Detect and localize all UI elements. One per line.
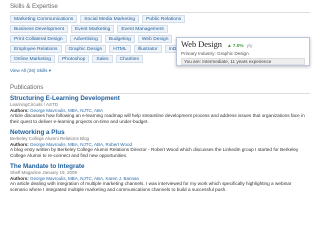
skill-pill[interactable]: Employee Relations xyxy=(10,45,62,53)
authors-label: Authors: xyxy=(10,141,29,147)
skill-pill[interactable]: Web Design xyxy=(137,35,173,43)
skill-pill[interactable]: Online Marketing xyxy=(10,55,55,63)
skill-pill[interactable]: Marketing Communications xyxy=(10,15,78,23)
tooltip-trend-period: y/y xyxy=(246,43,253,48)
skill-pill[interactable]: Budgeting xyxy=(104,35,135,43)
publication-title-link[interactable]: Structuring E-Learning Development xyxy=(10,95,310,102)
publications-list: Structuring E-Learning Development Learni… xyxy=(10,95,310,198)
view-all-skills-link[interactable]: View All (26) Skills ▾ xyxy=(10,68,51,74)
publication-title-link[interactable]: The Mandate to Integrate xyxy=(10,163,310,170)
publication-item: Structuring E-Learning Development Learni… xyxy=(10,95,310,124)
skill-pill[interactable]: Public Relations xyxy=(142,15,186,23)
authors-label: Authors: xyxy=(10,175,29,181)
tooltip-skill-title[interactable]: Web Design xyxy=(181,40,222,49)
skill-pill[interactable]: Illustrator xyxy=(133,45,162,53)
publications-section-title: Publications xyxy=(10,84,44,91)
trend-up-icon: ▲ xyxy=(226,44,232,49)
publication-description: Article discusses how following an e-lea… xyxy=(10,113,305,124)
skill-pill[interactable]: Print Collateral Design xyxy=(10,35,67,43)
skill-pill[interactable]: Photoshop xyxy=(57,55,90,63)
skill-tooltip: Web Design ▲ 7.0% y/y Primary Industry: … xyxy=(176,37,310,66)
author-names-link[interactable]: George Mavroulis, MBA, NJTC, ABA xyxy=(30,108,103,113)
skill-pill[interactable]: Event Marketing xyxy=(71,25,115,33)
authors-label: Authors: xyxy=(10,107,29,113)
skills-divider xyxy=(10,12,310,13)
profile-page: Skills & Expertise Marketing Communicati… xyxy=(0,0,320,240)
skill-pill[interactable]: Graphic Design xyxy=(64,45,107,53)
author-names-link[interactable]: George Mavroulis, MBA, NJTC, ABA, Karen … xyxy=(30,176,139,181)
skills-row: Marketing Communications Social Media Mar… xyxy=(10,15,310,23)
skills-section-title: Skills & Expertise xyxy=(10,3,58,10)
tooltip-experience-level: You are: Intermediate, 11 years experien… xyxy=(181,58,305,65)
skill-pill[interactable]: Event Management xyxy=(117,25,168,33)
tooltip-primary-industry: Primary Industry: Graphic Design xyxy=(181,51,249,56)
skill-pill[interactable]: Business Development xyxy=(10,25,69,33)
skill-pill[interactable]: Charities xyxy=(115,55,143,63)
publications-divider xyxy=(10,93,310,94)
skill-pill[interactable]: Social Media Marketing xyxy=(80,15,140,23)
tooltip-trend-percent: 7.0% xyxy=(232,44,244,49)
publication-item: The Mandate to Integrate Shelf Magazine J… xyxy=(10,163,310,192)
publication-item: Networking a Plus Berkeley College Alumni… xyxy=(10,129,310,158)
author-names-link[interactable]: George Mavroulis, MBA, NJTC, ABA, Robert… xyxy=(30,142,132,147)
skill-pill[interactable]: Sales xyxy=(92,55,113,63)
skill-pill[interactable]: HTML xyxy=(109,45,131,53)
publication-description: A blog entry written by Berkeley College… xyxy=(10,147,299,158)
skill-pill[interactable]: Advertising xyxy=(69,35,102,43)
skills-row: Business Development Event Marketing Event… xyxy=(10,25,310,33)
publication-description: An article dealing with integration of m… xyxy=(10,181,292,192)
publication-title-link[interactable]: Networking a Plus xyxy=(10,129,310,136)
